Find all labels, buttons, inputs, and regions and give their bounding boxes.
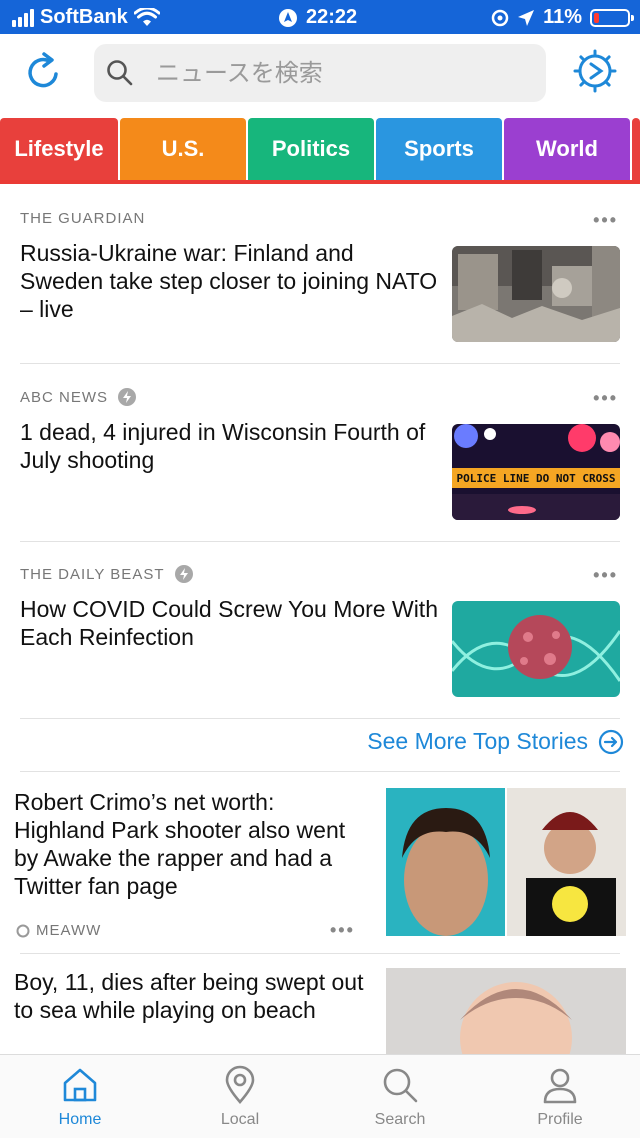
story-thumbnail[interactable] <box>386 788 626 936</box>
story-thumbnail[interactable] <box>452 601 620 697</box>
divider <box>20 953 620 954</box>
person-icon <box>543 1068 577 1104</box>
story-headline[interactable]: Robert Crimo’s net worth: Highland Park … <box>14 788 364 900</box>
bolt-icon <box>118 388 137 406</box>
tab-politics[interactable]: Politics <box>248 118 374 180</box>
see-more-top-stories-link[interactable]: See More Top Stories <box>367 728 624 755</box>
story-headline[interactable]: Boy, 11, dies after being swept out to s… <box>14 968 364 1024</box>
status-bar: SoftBank 22:22 11% <box>0 0 640 34</box>
search-bar[interactable] <box>94 44 546 102</box>
story-card[interactable]: THE DAILY BEAST ••• How COVID Could Scre… <box>20 565 620 697</box>
divider <box>20 718 620 719</box>
more-options-icon[interactable]: ••• <box>330 920 355 941</box>
search-icon <box>107 60 133 86</box>
lock-rotation-icon <box>279 8 297 27</box>
home-icon <box>63 1068 97 1102</box>
tab-us[interactable]: U.S. <box>120 118 246 180</box>
tab-world[interactable]: World <box>504 118 630 180</box>
tab-underline <box>0 180 640 184</box>
arrow-circle-right-icon <box>598 729 624 754</box>
tab-label: Local <box>220 1111 260 1128</box>
carrier-group: SoftBank <box>12 6 160 29</box>
divider <box>20 363 620 364</box>
more-options-icon[interactable]: ••• <box>593 388 618 409</box>
tab-label: Profile <box>537 1111 583 1128</box>
story-source: THE GUARDIAN <box>20 210 146 227</box>
feed-story-card[interactable]: Robert Crimo’s net worth: Highland Park … <box>14 788 626 941</box>
tab-home[interactable]: Home <box>0 1055 160 1138</box>
clock: 22:22 <box>306 6 358 28</box>
gear-icon[interactable] <box>572 48 618 94</box>
tab-search[interactable]: Search <box>320 1055 480 1138</box>
story-thumbnail[interactable] <box>386 968 626 1054</box>
refresh-icon[interactable] <box>22 50 66 94</box>
see-more-label: See More Top Stories <box>367 728 588 754</box>
tab-overflow[interactable] <box>632 118 640 180</box>
alarm-icon <box>491 9 509 26</box>
story-source: THE DAILY BEAST <box>20 565 620 583</box>
tab-label: Home <box>58 1111 102 1128</box>
story-headline[interactable]: 1 dead, 4 injured in Wisconsin Fourth of… <box>20 418 440 474</box>
feed-story-card[interactable]: Boy, 11, dies after being swept out to s… <box>14 968 626 1054</box>
location-arrow-icon <box>518 9 535 26</box>
app-header <box>0 34 640 118</box>
search-input[interactable] <box>156 59 536 87</box>
wifi-icon <box>133 7 160 26</box>
divider <box>20 541 620 542</box>
source-logo-icon <box>16 924 30 937</box>
story-source: MEAWW <box>16 922 101 939</box>
bottom-tab-bar: Home Local Search Profile <box>0 1054 640 1138</box>
battery-percent: 11% <box>543 6 582 28</box>
tab-sports[interactable]: Sports <box>376 118 502 180</box>
tab-lifestyle[interactable]: Lifestyle <box>0 118 118 180</box>
story-source: ABC NEWS <box>20 388 620 406</box>
story-headline[interactable]: How COVID Could Screw You More With Each… <box>20 595 440 651</box>
location-pin-icon <box>225 1065 255 1104</box>
bolt-icon <box>174 565 193 583</box>
police-tape-text: POLICE LINE DO NOT CROSS <box>457 472 616 485</box>
search-icon <box>383 1068 418 1103</box>
signal-icon <box>12 8 34 27</box>
category-tabs: Lifestyle U.S. Politics Sports World <box>0 118 640 184</box>
story-card[interactable]: ABC NEWS ••• 1 dead, 4 injured in Wiscon… <box>20 388 620 520</box>
story-thumbnail[interactable] <box>452 246 620 342</box>
divider <box>20 771 620 772</box>
more-options-icon[interactable]: ••• <box>593 565 618 586</box>
tab-local[interactable]: Local <box>160 1055 320 1138</box>
battery-icon <box>590 8 634 27</box>
story-headline[interactable]: Russia-Ukraine war: Finland and Sweden t… <box>20 239 440 323</box>
time-group: 22:22 <box>278 6 357 29</box>
carrier-name: SoftBank <box>40 6 128 28</box>
story-thumbnail[interactable]: POLICE LINE DO NOT CROSS <box>452 424 620 520</box>
status-right: 11% <box>491 6 634 29</box>
more-options-icon[interactable]: ••• <box>593 210 618 231</box>
tab-profile[interactable]: Profile <box>480 1055 640 1138</box>
tab-label: Search <box>374 1111 426 1128</box>
story-card[interactable]: THE GUARDIAN ••• Russia-Ukraine war: Fin… <box>20 210 620 342</box>
